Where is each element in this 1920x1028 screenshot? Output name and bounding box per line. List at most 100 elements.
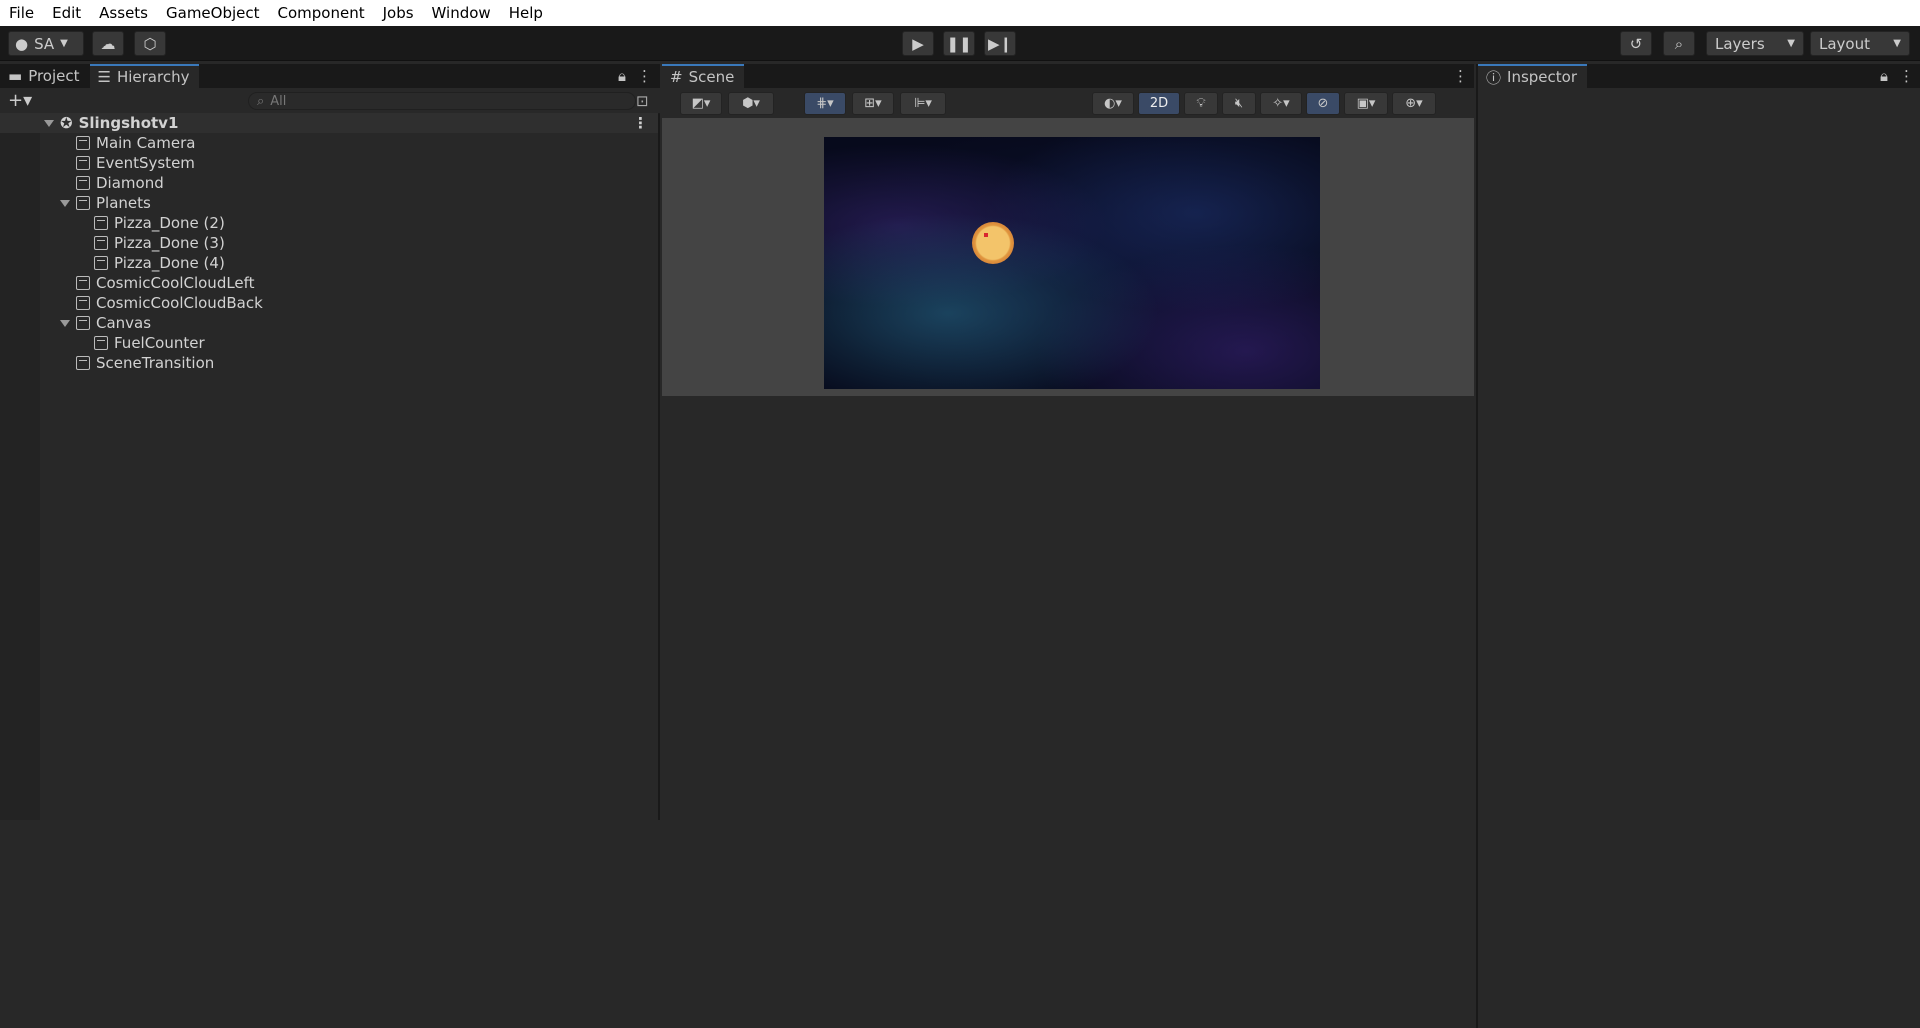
hierarchy-item[interactable]: Pizza_Done (4) xyxy=(0,253,658,273)
shading-dropdown[interactable]: ◐▾ xyxy=(1092,92,1134,115)
menu-assets[interactable]: Assets xyxy=(90,4,157,22)
audio-toggle[interactable]: 🔇︎ xyxy=(1222,92,1256,115)
cloud-button[interactable]: ☁ xyxy=(92,31,124,56)
expand-arrow-icon[interactable] xyxy=(44,119,54,127)
tab-inspector[interactable]: ⓘ Inspector xyxy=(1478,64,1587,88)
sphere-icon: ◐▾ xyxy=(1104,96,1122,111)
hierarchy-item[interactable]: Planets xyxy=(0,193,658,213)
hierarchy-item[interactable]: Main Camera xyxy=(0,133,658,153)
lock-icon[interactable]: 🔒︎ xyxy=(618,67,626,85)
scene-view[interactable] xyxy=(662,118,1474,396)
collab-button[interactable]: ⬡ xyxy=(134,31,166,56)
hierarchy-panel: ▬ Project ☰ Hierarchy 🔒︎ ⋮ +▾ ⌕ All ⊡ ✪ Sli… xyxy=(0,64,660,820)
step-button[interactable]: ▶❙ xyxy=(984,31,1016,56)
tab-inspector-label: Inspector xyxy=(1507,68,1577,86)
lighting-toggle[interactable]: 💡︎ xyxy=(1184,92,1218,115)
effects-dropdown[interactable]: ✧▾ xyxy=(1260,92,1302,115)
layers-label: Layers xyxy=(1715,34,1765,53)
layout-dropdown[interactable]: Layout ▼ xyxy=(1810,31,1910,56)
scene-toolbar: ◩▾ ⬢▾ ⋕▾ ⊞▾ ⊫▾ ◐▾ 2D 💡︎ 🔇︎ ✧▾ ⊘ ▣▾ ⊕▾ xyxy=(662,88,1474,118)
item-label: FuelCounter xyxy=(114,334,205,352)
gizmo-mode-dropdown[interactable]: ⬢▾ xyxy=(728,92,774,115)
gameobject-icon xyxy=(76,276,90,290)
gizmos-dropdown[interactable]: ⊕▾ xyxy=(1392,92,1436,115)
folder-icon: ▬ xyxy=(8,67,23,85)
tab-scene[interactable]: # Scene xyxy=(662,64,745,88)
hierarchy-item[interactable]: Pizza_Done (2) xyxy=(0,213,658,233)
item-label: Pizza_Done (4) xyxy=(114,254,225,272)
scene-visibility-toggle[interactable]: ⊘ xyxy=(1306,92,1340,115)
menu-gameobject[interactable]: GameObject xyxy=(157,4,269,22)
hierarchy-item[interactable]: FuelCounter xyxy=(0,333,658,353)
cloud-icon: ☁ xyxy=(100,34,116,53)
grid-snap-icon: ⋕▾ xyxy=(816,96,834,111)
tab-hierarchy[interactable]: ☰ Hierarchy xyxy=(89,64,200,88)
menu-bar: File Edit Assets GameObject Component Jo… xyxy=(0,0,1920,26)
item-label: Main Camera xyxy=(96,134,196,152)
gameobject-icon xyxy=(76,156,90,170)
hierarchy-item[interactable]: Canvas xyxy=(0,313,658,333)
user-icon: ● xyxy=(15,34,29,53)
account-dropdown[interactable]: ● SA ▼ xyxy=(8,31,84,56)
scene-name: Slingshotv1 xyxy=(78,114,179,132)
scene-tabbar: # Scene ⋮ xyxy=(662,64,1474,88)
hierarchy-item[interactable]: Diamond xyxy=(0,173,658,193)
toggle-2d-button[interactable]: 2D xyxy=(1138,92,1180,115)
layers-dropdown[interactable]: Layers ▼ xyxy=(1706,31,1804,56)
tab-project[interactable]: ▬ Project xyxy=(0,64,90,88)
mode-2d-label: 2D xyxy=(1149,96,1169,111)
more-options-icon[interactable]: ⋮ xyxy=(637,67,652,85)
gameobject-icon xyxy=(76,316,90,330)
gameobject-icon xyxy=(76,296,90,310)
hierarchy-item[interactable]: CosmicCoolCloudBack xyxy=(0,293,658,313)
tab-scene-label: Scene xyxy=(688,68,735,86)
pause-button[interactable]: ❚❚ xyxy=(943,31,975,56)
expand-arrow-icon[interactable] xyxy=(60,199,70,207)
lock-icon[interactable]: 🔒︎ xyxy=(1880,67,1888,85)
mute-icon: 🔇︎ xyxy=(1234,96,1244,111)
history-icon: ↺ xyxy=(1629,34,1643,53)
item-label: CosmicCoolCloudBack xyxy=(96,294,263,312)
more-options-icon[interactable]: ⋮ xyxy=(633,114,648,132)
gameobject-icon xyxy=(94,236,108,250)
hierarchy-item[interactable]: EventSystem xyxy=(0,153,658,173)
menu-help[interactable]: Help xyxy=(500,4,552,22)
menu-file[interactable]: File xyxy=(0,4,43,22)
gameobject-icon xyxy=(94,216,108,230)
menu-jobs[interactable]: Jobs xyxy=(374,4,423,22)
ruler-icon: ⊫▾ xyxy=(914,96,932,111)
hierarchy-item[interactable]: CosmicCoolCloudLeft xyxy=(0,273,658,293)
menu-component[interactable]: Component xyxy=(269,4,374,22)
grid-snap-dropdown[interactable]: ⋕▾ xyxy=(804,92,846,115)
eye-slash-icon: ⊘ xyxy=(1317,96,1329,111)
play-button[interactable]: ▶ xyxy=(902,31,934,56)
ruler-dropdown[interactable]: ⊫▾ xyxy=(900,92,946,115)
scene-panel: # Scene ⋮ ◩▾ ⬢▾ ⋕▾ ⊞▾ ⊫▾ ◐▾ 2D 💡︎ 🔇︎ ✧▾ ⊘… xyxy=(662,64,1474,396)
scene-row[interactable]: ✪ Slingshotv1 ⋮ xyxy=(0,113,658,133)
expand-arrow-icon[interactable] xyxy=(60,319,70,327)
item-label: CosmicCoolCloudLeft xyxy=(96,274,255,292)
hierarchy-item[interactable]: Pizza_Done (3) xyxy=(0,233,658,253)
hierarchy-search-input[interactable]: ⌕ All xyxy=(248,92,636,110)
inspector-panel: ⓘ Inspector 🔒︎ ⋮ xyxy=(1476,64,1920,1028)
search-icon: ⌕ xyxy=(257,93,265,109)
search-button[interactable]: ⌕ xyxy=(1663,31,1695,56)
camera-dropdown[interactable]: ▣▾ xyxy=(1344,92,1388,115)
more-options-icon[interactable]: ⋮ xyxy=(1453,67,1468,85)
chevron-down-icon: ▼ xyxy=(60,38,68,49)
hierarchy-item[interactable]: SceneTransition xyxy=(0,353,658,373)
account-label: SA xyxy=(34,34,55,53)
effects-icon: ✧▾ xyxy=(1272,96,1290,111)
pizza-planet[interactable] xyxy=(972,222,1014,264)
snap-increment-dropdown[interactable]: ⊞▾ xyxy=(852,92,894,115)
add-icon[interactable]: +▾ xyxy=(8,90,32,111)
menu-edit[interactable]: Edit xyxy=(43,4,90,22)
draw-mode-dropdown[interactable]: ◩▾ xyxy=(680,92,722,115)
undo-history-button[interactable]: ↺ xyxy=(1620,31,1652,56)
menu-window[interactable]: Window xyxy=(423,4,500,22)
step-icon: ▶❙ xyxy=(987,34,1013,53)
list-icon: ☰ xyxy=(97,68,111,86)
more-options-icon[interactable]: ⋮ xyxy=(1899,67,1914,85)
item-label: SceneTransition xyxy=(96,354,215,372)
scene-search-icon[interactable]: ⊡ xyxy=(636,92,649,110)
